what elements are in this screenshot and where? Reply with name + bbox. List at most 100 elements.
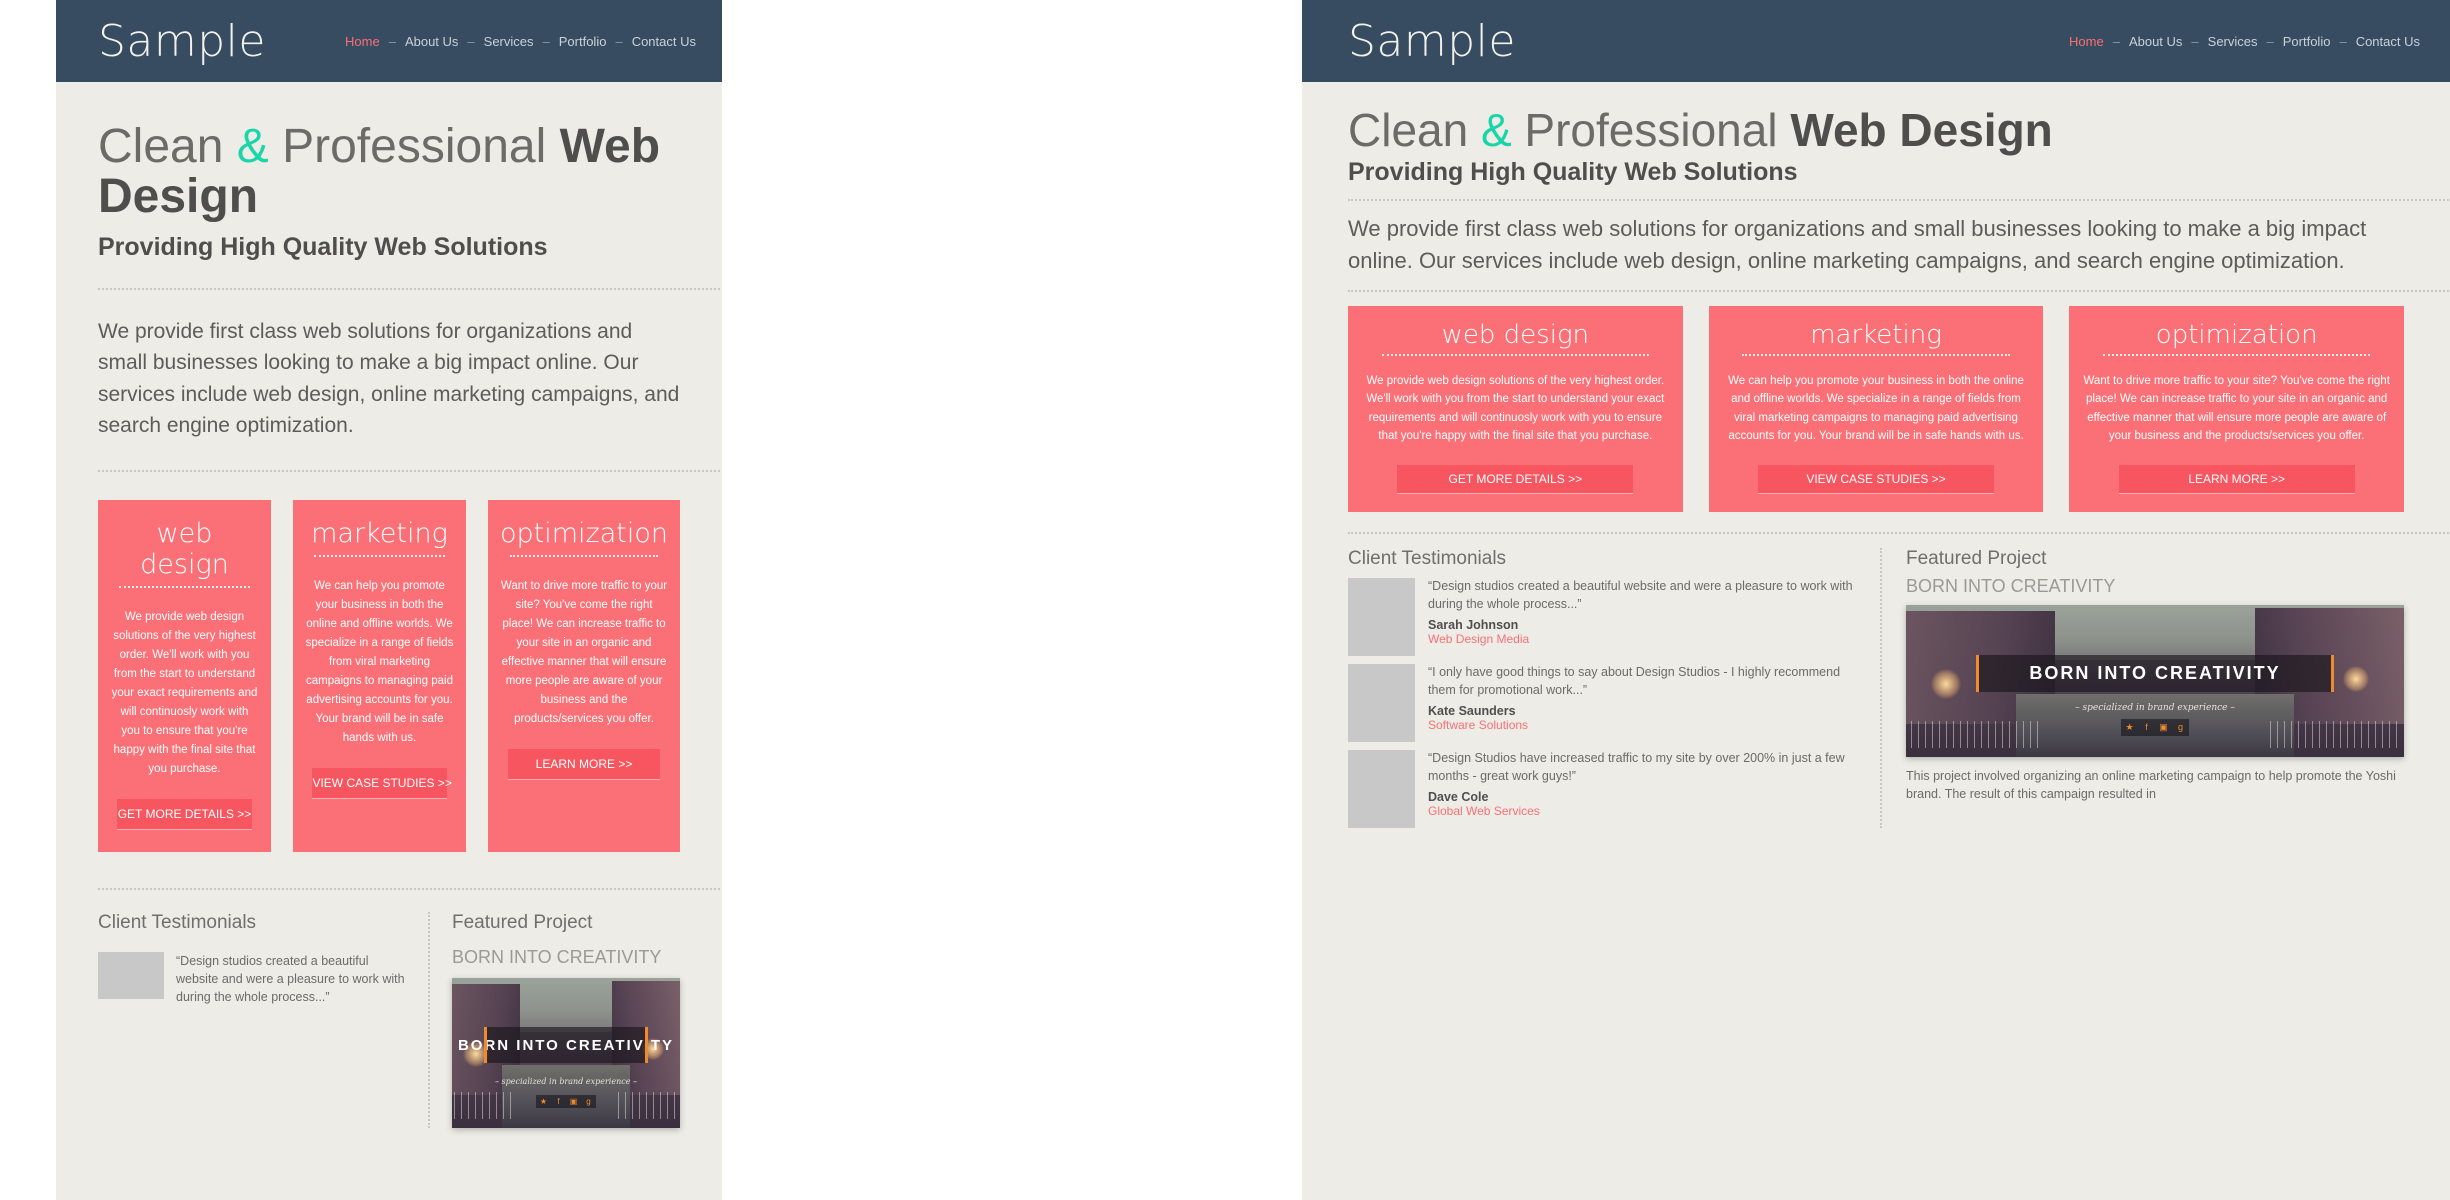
nav-item-contact-us[interactable]: Contact Us	[632, 34, 696, 49]
service-card-web-design[interactable]: web design We provide web design solutio…	[98, 499, 271, 852]
card-cta-button[interactable]: LEARN MORE >>	[2118, 465, 2355, 495]
testimonial-company[interactable]: Web Design Media	[1428, 632, 1856, 646]
card-cta-button[interactable]: LEARN MORE >>	[508, 748, 660, 780]
divider-hero	[98, 287, 722, 290]
image-railing-right	[2269, 720, 2400, 749]
testimonial-text: “Design Studios have increased traffic t…	[1428, 750, 1856, 828]
vertical-divider	[1880, 548, 1882, 829]
nav-separator: –	[615, 33, 623, 49]
facebook-icon[interactable]: f	[551, 1095, 566, 1108]
hero-section: Clean & Professional Web Design Providin…	[56, 82, 722, 262]
card-divider	[1381, 353, 1649, 356]
intro-paragraph: We provide first class web solutions for…	[1348, 216, 2367, 273]
card-body: Want to drive more traffic to your site?…	[2083, 374, 2390, 442]
testimonials-heading: Client Testimonials	[98, 911, 257, 933]
card-cta-button[interactable]: GET MORE DETAILS >>	[117, 798, 252, 830]
featured-project-column: Featured Project BORN INTO CREATIVITY BO…	[1906, 548, 2404, 828]
card-title: marketing	[311, 517, 448, 549]
instagram-icon[interactable]: ▣	[566, 1095, 581, 1108]
divider-cards	[98, 887, 722, 890]
card-body: We provide web design solutions of the v…	[111, 610, 258, 775]
divider-cards	[1348, 532, 2450, 535]
service-card-optimization[interactable]: optimization Want to drive more traffic …	[2069, 305, 2405, 513]
image-title: BORN INTO CREATIVITY	[2029, 663, 2281, 684]
nav-item-portfolio[interactable]: Portfolio	[2283, 34, 2331, 49]
testimonial-author: Sarah Johnson	[1428, 617, 1519, 632]
service-card-web-design[interactable]: web design We provide web design solutio…	[1348, 305, 1683, 513]
site-logo[interactable]: Sample	[1348, 16, 1516, 67]
hero-headline: Clean & Professional Web Design	[1348, 106, 2404, 154]
lower-section: Client Testimonials “Design studios crea…	[1348, 548, 2404, 829]
nav-item-about-us[interactable]: About Us	[2129, 34, 2182, 49]
testimonial-quote: “Design studios created a beautiful webs…	[1428, 579, 1853, 612]
avatar	[1348, 664, 1415, 743]
site-header: Sample Home – About Us – Services – Port…	[56, 0, 722, 82]
testimonial-item: “Design Studios have increased traffic t…	[1348, 750, 1856, 829]
card-body: Want to drive more traffic to your site?…	[500, 579, 668, 725]
nav-item-home[interactable]: Home	[2069, 34, 2104, 49]
intro-paragraph: We provide first class web solutions for…	[98, 319, 680, 438]
card-cta-button[interactable]: VIEW CASE STUDIES >>	[312, 767, 452, 799]
site-header: Sample Home – About Us – Services – Port…	[1302, 0, 2450, 82]
card-body: We can help you promote your business in…	[1728, 374, 2024, 442]
card-cta-button[interactable]: VIEW CASE STUDIES >>	[1757, 465, 1995, 495]
nav-separator: –	[467, 33, 475, 49]
testimonial-text: “Design studios created a beautiful webs…	[176, 952, 406, 1006]
testimonial-text: “I only have good things to say about De…	[1428, 664, 1856, 742]
nav-separator: –	[2112, 33, 2120, 49]
nav-item-home[interactable]: Home	[345, 34, 380, 49]
social-icon-bar: ★ f ▣ g	[2121, 719, 2189, 737]
service-card-marketing[interactable]: marketing We can help you promote your b…	[293, 499, 466, 852]
testimonial-quote: “Design studios created a beautiful webs…	[176, 953, 405, 1004]
main-navigation: Home – About Us – Services – Portfolio –…	[345, 34, 696, 49]
nav-item-about-us[interactable]: About Us	[405, 34, 458, 49]
testimonial-item: “I only have good things to say about De…	[1348, 664, 1856, 743]
featured-project-column: Featured Project BORN INTO CREATIVITY BO…	[452, 912, 680, 1128]
featured-project-image[interactable]: BORN INTO CREATIVITY – specialized in br…	[1906, 605, 2404, 758]
nav-item-services[interactable]: Services	[484, 34, 534, 49]
testimonial-item: “Design studios created a beautiful webs…	[1348, 578, 1856, 657]
featured-subheading: BORN INTO CREATIVITY	[1906, 576, 2116, 597]
featured-project-image[interactable]: BORN INTO CREATIVITY – specialized in br…	[452, 977, 680, 1128]
card-divider	[2103, 353, 2371, 356]
lower-section: Client Testimonials “Design studios crea…	[98, 911, 680, 1128]
google-plus-icon[interactable]: g	[581, 1095, 596, 1108]
card-title: web design	[1441, 319, 1590, 350]
image-railing-right	[618, 1091, 678, 1119]
twitter-icon[interactable]: ★	[536, 1095, 551, 1108]
website-preview-desktop: Sample Home – About Us – Services – Port…	[56, 0, 722, 1200]
hero-subtitle: Providing High Quality Web Solutions	[98, 232, 548, 261]
site-logo[interactable]: Sample	[98, 16, 266, 67]
testimonials-column: Client Testimonials “Design studios crea…	[1348, 548, 1856, 829]
testimonial-company[interactable]: Software Solutions	[1428, 718, 1856, 732]
hero-headline-part2: Professional	[1511, 104, 1791, 156]
card-title: web design	[140, 517, 229, 580]
instagram-icon[interactable]: ▣	[2155, 719, 2172, 736]
card-body: We provide web design solutions of the v…	[1366, 374, 1665, 442]
nav-item-services[interactable]: Services	[2208, 34, 2258, 49]
featured-heading: Featured Project	[1906, 548, 2047, 570]
twitter-icon[interactable]: ★	[2121, 719, 2138, 736]
hero-headline-part2: Professional	[268, 120, 560, 173]
divider-intro	[1348, 289, 2450, 292]
vertical-divider	[428, 911, 430, 1128]
nav-item-contact-us[interactable]: Contact Us	[2356, 34, 2420, 49]
nav-separator: –	[2339, 33, 2347, 49]
main-navigation: Home – About Us – Services – Portfolio –…	[2069, 34, 2420, 49]
divider-intro	[98, 469, 722, 472]
service-card-marketing[interactable]: marketing We can help you promote your b…	[1708, 305, 2044, 513]
card-cta-button[interactable]: GET MORE DETAILS >>	[1397, 465, 1634, 495]
testimonial-company[interactable]: Global Web Services	[1428, 804, 1856, 818]
card-divider	[118, 585, 251, 588]
image-title-bar: BORN INTO CREATIVITY	[1975, 655, 2335, 693]
hero-subtitle: Providing High Quality Web Solutions	[1348, 158, 1798, 187]
hero-ampersand: &	[236, 120, 269, 173]
hero-section: Clean & Professional Web Design Providin…	[1302, 82, 2450, 187]
testimonials-column: Client Testimonials “Design studios crea…	[98, 912, 406, 1128]
nav-item-portfolio[interactable]: Portfolio	[559, 34, 607, 49]
facebook-icon[interactable]: f	[2138, 719, 2155, 736]
google-plus-icon[interactable]: g	[2172, 719, 2189, 736]
hero-headline: Clean & Professional Web Design	[98, 120, 680, 223]
service-card-optimization[interactable]: optimization Want to drive more traffic …	[488, 499, 680, 852]
testimonial-quote: “I only have good things to say about De…	[1428, 665, 1841, 698]
